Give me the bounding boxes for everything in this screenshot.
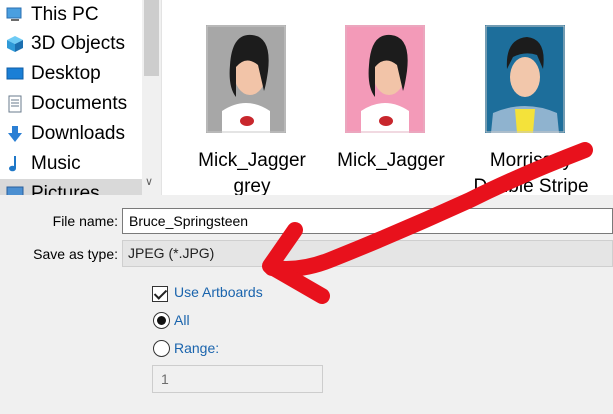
file-name-line: grey	[233, 176, 271, 195]
use-artboards-label[interactable]: Use Artboards	[174, 284, 263, 300]
save-as-type-select[interactable]: JPEG (*.JPG)	[122, 240, 613, 267]
nav-item-label: Downloads	[31, 123, 125, 144]
file-name: Morrissey Double Stripe	[456, 148, 606, 195]
all-radio[interactable]	[153, 312, 170, 329]
nav-item-downloads[interactable]: Downloads	[0, 119, 142, 149]
nav-item-label: This PC	[31, 4, 99, 25]
nav-item-label: Desktop	[31, 63, 101, 84]
file-name-line: Mick_Jagger	[337, 150, 445, 171]
nav-item-label: Pictures	[31, 183, 100, 195]
file-item-mick-jagger-grey[interactable]: Mick_Jagger grey	[187, 22, 317, 195]
file-name-line: Double Stripe	[473, 176, 589, 195]
nav-item-label: 3D Objects	[31, 33, 125, 54]
nav-item-label: Music	[31, 153, 81, 174]
image-thumbnail	[206, 25, 286, 133]
nav-item-3d-objects[interactable]: 3D Objects	[0, 29, 142, 59]
use-artboards-checkbox[interactable]	[152, 286, 168, 302]
nav-item-desktop[interactable]: Desktop	[0, 59, 142, 89]
file-name: Mick_Jagger	[316, 148, 466, 174]
music-note-icon	[9, 156, 16, 172]
file-name-line: Mick_Jagger	[198, 150, 306, 171]
computer-icon	[6, 7, 22, 21]
image-thumbnail	[485, 25, 565, 133]
file-item-morrissey-double-stripe[interactable]: Morrissey Double Stripe	[466, 22, 596, 195]
range-input[interactable]: 1	[152, 365, 323, 393]
navigation-pane: This PC 3D Objects Desktop Documents Dow…	[0, 0, 142, 195]
nav-item-this-pc[interactable]: This PC	[0, 0, 142, 30]
scroll-down-icon[interactable]: ∨	[145, 175, 153, 189]
save-as-type-label: Save as type:	[33, 246, 118, 262]
range-radio[interactable]	[153, 340, 170, 357]
desktop-icon	[6, 67, 24, 80]
nav-item-music[interactable]: Music	[0, 149, 142, 179]
filename-label: File name:	[52, 213, 118, 229]
download-arrow-icon	[8, 126, 22, 142]
navigation-scrollbar[interactable]: ∨	[142, 0, 161, 195]
nav-item-documents[interactable]: Documents	[0, 89, 142, 119]
filename-input[interactable]	[122, 208, 613, 234]
pane-divider	[161, 0, 162, 195]
nav-item-pictures[interactable]: Pictures	[0, 179, 142, 195]
file-item-mick-jagger[interactable]: Mick_Jagger	[326, 22, 456, 195]
save-options-panel: File name: Save as type: JPEG (*.JPG) Us…	[0, 195, 613, 414]
file-browser-pane: This PC 3D Objects Desktop Documents Dow…	[0, 0, 613, 195]
file-name-line: Morrissey	[489, 150, 573, 171]
image-thumbnail	[345, 25, 425, 133]
pictures-icon	[6, 186, 24, 195]
nav-item-label: Documents	[31, 93, 128, 114]
scrollbar-thumb[interactable]	[144, 0, 159, 76]
document-icon	[8, 95, 22, 113]
range-label[interactable]: Range:	[174, 340, 219, 356]
file-name: Mick_Jagger grey	[177, 148, 327, 195]
all-label[interactable]: All	[174, 312, 190, 328]
cube-icon	[7, 36, 23, 52]
